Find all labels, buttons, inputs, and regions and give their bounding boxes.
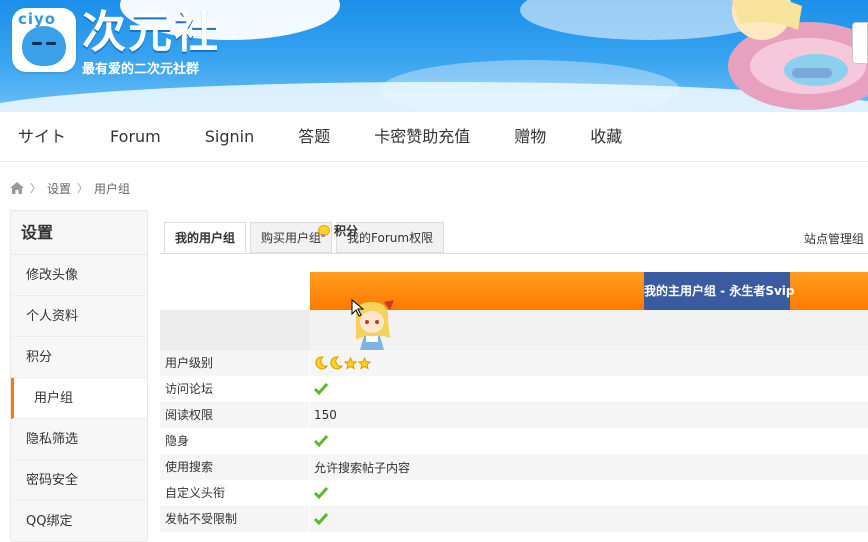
row-key: 用户级别: [160, 350, 310, 376]
table-row: 发帖不受限制: [160, 506, 868, 532]
moon-icon: [330, 356, 343, 370]
check-icon: [314, 435, 328, 448]
sidebar-item-avatar[interactable]: 修改头像: [11, 255, 147, 296]
check-icon: [314, 487, 328, 500]
nav-item-signin[interactable]: Signin: [183, 112, 276, 162]
row-key: 阅读权限: [160, 402, 310, 428]
table-row: 隐身: [160, 428, 868, 454]
table-row: 自定义头衔: [160, 480, 868, 506]
home-icon[interactable]: [10, 182, 24, 194]
main-content: 我的用户组 购买用户组 我的Forum权限 站点管理组 我的主用户组 - 永生者…: [160, 210, 868, 534]
breadcrumb-settings[interactable]: 设置: [47, 180, 71, 197]
nav-item-recharge[interactable]: 卡密赞助充值: [352, 112, 492, 162]
star-icon: [344, 356, 357, 370]
score-header: 积分: [318, 222, 358, 239]
sidebar-item-qq[interactable]: QQ绑定: [11, 501, 147, 542]
usergroup-permissions-table: 用户级别 访问论坛 阅读权限 150 隐身 使用搜索 允许搜索帖子内容 自定义头…: [160, 350, 868, 532]
sidebar-item-password[interactable]: 密码安全: [11, 460, 147, 501]
primary-group-label: 我的主用户组 - 永生者Svip: [644, 272, 795, 310]
mascot-illustration-icon: [728, 0, 868, 110]
slime-logo-icon: ciyo: [12, 8, 76, 72]
breadcrumb-usergroup[interactable]: 用户组: [94, 180, 130, 197]
tab-divider: [160, 253, 868, 254]
chevron-right-icon: 〉: [77, 182, 89, 195]
settings-sidebar: 设置 修改头像 个人资料 积分 用户组 隐私筛选 密码安全 QQ绑定: [10, 210, 148, 542]
row-key: 访问论坛: [160, 376, 310, 402]
row-key: 隐身: [160, 428, 310, 454]
logo-tag: ciyo: [18, 10, 57, 28]
user-level-icons: [310, 350, 371, 376]
nav-item-gift[interactable]: 赠物: [492, 112, 568, 162]
row-key: 自定义头衔: [160, 480, 310, 506]
lightbulb-icon: [318, 224, 330, 237]
sidebar-item-profile[interactable]: 个人资料: [11, 296, 147, 337]
chevron-right-icon: 〉: [30, 182, 41, 195]
nav-item-site[interactable]: サイト: [0, 112, 88, 162]
breadcrumb: 〉 设置 〉 用户组: [10, 176, 130, 200]
site-logo[interactable]: ciyo 次元社 最有爱的二次元社群: [12, 7, 220, 77]
check-icon: [314, 513, 328, 526]
sidebar-item-credits[interactable]: 积分: [11, 337, 147, 378]
main-nav: サイト Forum Signin 答题 卡密赞助充值 赠物 收藏: [0, 112, 868, 162]
row-key: 使用搜索: [160, 454, 310, 480]
score-header-row: [160, 310, 868, 350]
logo-title: 次元社: [82, 7, 220, 58]
read-permission-value: 150: [314, 408, 337, 422]
score-header-label: 积分: [334, 224, 359, 238]
sidebar-title: 设置: [11, 211, 147, 255]
search-permission-value: 允许搜索帖子内容: [314, 460, 411, 475]
nav-item-quiz[interactable]: 答题: [276, 112, 352, 162]
table-row: 用户级别: [160, 350, 868, 376]
moon-icon: [315, 356, 328, 370]
tab-my-usergroup[interactable]: 我的用户组: [164, 222, 247, 253]
site-admin-link[interactable]: 站点管理组: [804, 230, 864, 247]
check-icon: [314, 383, 328, 396]
table-row: 阅读权限 150: [160, 402, 868, 428]
sidebar-item-privacy[interactable]: 隐私筛选: [11, 419, 147, 460]
sidebar-item-usergroup[interactable]: 用户组: [11, 378, 147, 419]
nav-item-favorites[interactable]: 收藏: [568, 112, 644, 162]
row-key: 发帖不受限制: [160, 506, 310, 532]
usergroup-tabs: 我的用户组 购买用户组 我的Forum权限: [164, 222, 448, 253]
nav-item-forum[interactable]: Forum: [88, 112, 183, 162]
star-icon: [358, 356, 371, 370]
table-row: 访问论坛: [160, 376, 868, 402]
logo-subtitle: 最有爱的二次元社群: [82, 62, 200, 77]
header-banner: ciyo 次元社 最有爱的二次元社群: [0, 0, 868, 112]
table-row: 使用搜索 允许搜索帖子内容: [160, 454, 868, 480]
side-float-button[interactable]: [852, 22, 868, 64]
mouse-cursor-icon: [351, 299, 365, 317]
